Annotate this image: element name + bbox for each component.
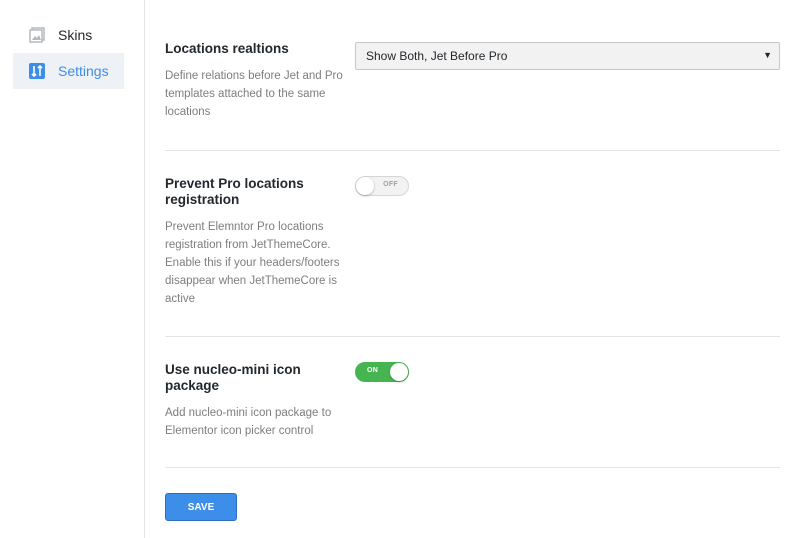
- prevent-pro-locations-toggle[interactable]: OFF: [355, 176, 409, 196]
- toggle-knob: [356, 177, 374, 195]
- locations-relations-select[interactable]: Show Both, Jet Before Pro ▼: [355, 42, 780, 70]
- settings-panel: Locations realtions Define relations bef…: [145, 0, 795, 538]
- toggle-state-label: OFF: [383, 181, 398, 188]
- setting-description: Add nucleo-mini icon package to Elemento…: [165, 407, 332, 437]
- nucleo-mini-toggle[interactable]: ON: [355, 362, 409, 382]
- save-button[interactable]: SAVE: [165, 493, 237, 521]
- skins-icon: [29, 27, 45, 43]
- setting-title: Prevent Pro locations registration: [165, 176, 304, 207]
- divider: [165, 336, 780, 337]
- setting-nucleo-mini: Use nucleo-mini icon package Add nucleo-…: [165, 362, 780, 440]
- sidebar-item-label: Skins: [58, 27, 93, 43]
- dropdown-arrow-icon: ▼: [763, 50, 772, 60]
- toggle-knob: [390, 363, 408, 381]
- sidebar: Skins Settings: [0, 0, 145, 538]
- sidebar-item-label: Settings: [58, 63, 109, 79]
- sidebar-item-skins[interactable]: Skins: [13, 17, 124, 53]
- setting-description: Define relations before Jet and Pro temp…: [165, 70, 343, 118]
- setting-title: Use nucleo-mini icon package: [165, 362, 301, 393]
- settings-sliders-icon: [29, 63, 45, 79]
- setting-description: Prevent Elemntor Pro locations registrat…: [165, 221, 340, 305]
- setting-title: Locations realtions: [165, 41, 289, 56]
- setting-prevent-pro-locations: Prevent Pro locations registration Preve…: [165, 176, 780, 308]
- divider: [165, 467, 780, 468]
- divider: [165, 150, 780, 151]
- select-value: Show Both, Jet Before Pro: [366, 49, 508, 63]
- sidebar-item-settings[interactable]: Settings: [13, 53, 124, 89]
- toggle-state-label: ON: [367, 367, 379, 374]
